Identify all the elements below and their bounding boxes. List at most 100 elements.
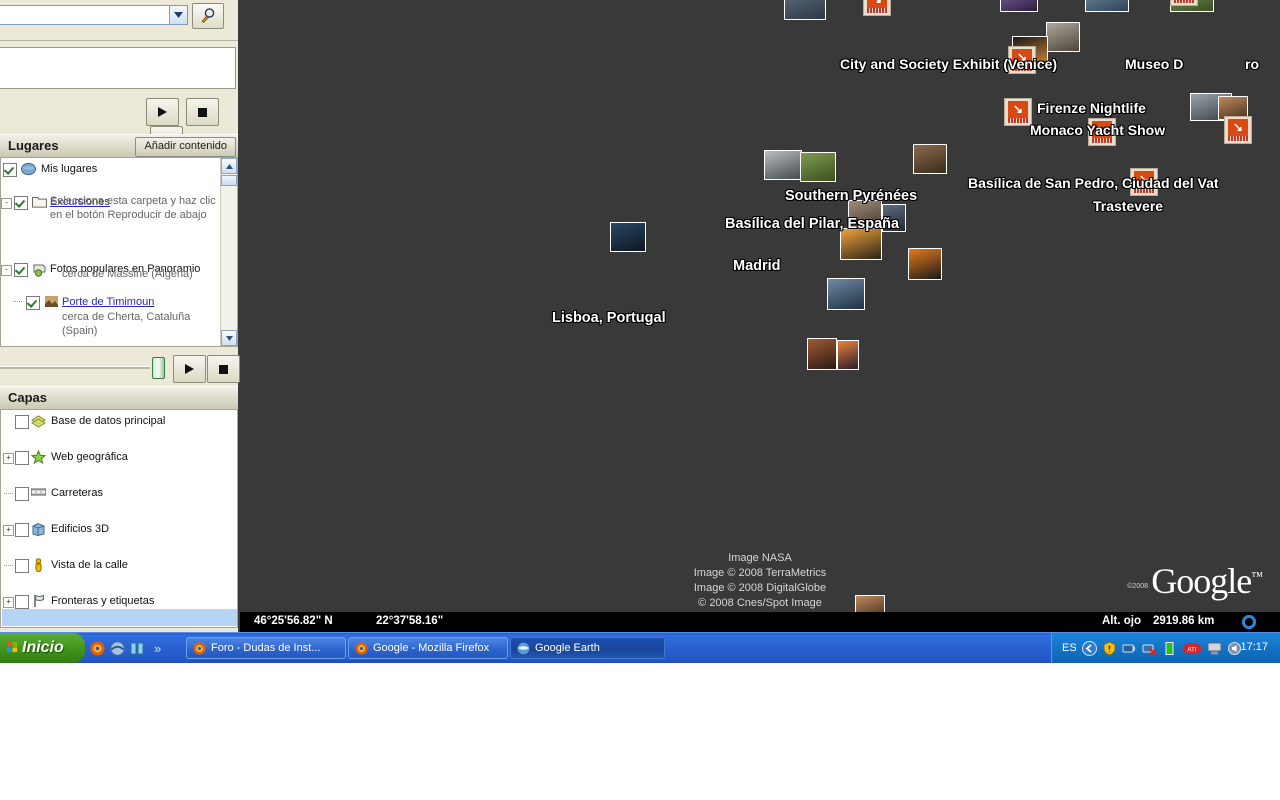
scroll-up-button[interactable] [221, 158, 237, 174]
map-status-bar: 46°25'56.82" N 22°37'58.16" Alt. ojo 291… [240, 612, 1280, 632]
checkbox[interactable] [26, 296, 40, 310]
map-video-placemark-icon[interactable]: ↘ [863, 0, 891, 16]
map-photo-thumbnail[interactable] [784, 0, 826, 20]
add-content-button[interactable]: Añadir contenido [135, 137, 236, 157]
checkbox[interactable] [15, 595, 29, 609]
checkbox[interactable] [14, 263, 28, 277]
map-3d-view[interactable]: ↘↘↘↘↘↘↘ City and Society Exhibit (Venice… [240, 0, 1280, 632]
expander-icon[interactable]: + [3, 597, 14, 608]
map-photo-thumbnail[interactable] [837, 340, 859, 370]
battery-icon[interactable] [1162, 641, 1177, 656]
map-place-label[interactable]: City and Society Exhibit (Venice) [840, 56, 1057, 72]
checkbox[interactable] [15, 451, 29, 465]
system-tray: ES ATI 17:17 [1051, 633, 1280, 663]
layer-item-fronteras-y-etiquetas[interactable]: + Fronteras y etiquetas [1, 592, 237, 610]
layers-tree[interactable]: Base de datos principal + Web geográfica Ca… [0, 409, 238, 628]
volume-icon[interactable] [1227, 641, 1242, 656]
divider [0, 40, 238, 41]
globe-canvas[interactable] [240, 0, 1280, 612]
start-button[interactable]: Inicio [0, 633, 85, 663]
map-photo-thumbnail[interactable] [610, 222, 646, 252]
tour-stop-button[interactable] [186, 98, 220, 126]
scrollbar-thumb[interactable] [221, 175, 237, 186]
checkbox[interactable] [15, 415, 29, 429]
taskbar-item-google-earth[interactable]: Google Earth [510, 637, 665, 659]
tour-slider-track[interactable] [0, 366, 150, 369]
firefox-icon[interactable] [90, 641, 105, 656]
map-photo-thumbnail[interactable] [840, 228, 882, 260]
checkbox[interactable] [15, 487, 29, 501]
expander-icon[interactable]: + [3, 525, 14, 536]
map-video-placemark-icon[interactable]: ↘ [1170, 0, 1198, 6]
layer-item-carreteras[interactable]: Carreteras [1, 484, 237, 502]
map-place-label[interactable]: Trastevere [1093, 198, 1163, 214]
layer-item-vista-de-la-calle[interactable]: Vista de la calle [1, 556, 237, 574]
tree-item-label[interactable]: Porte de Timimoun [62, 294, 154, 310]
search-input[interactable] [0, 7, 164, 25]
map-photo-thumbnail[interactable] [764, 150, 802, 180]
back-arrow-icon[interactable] [1081, 640, 1097, 656]
expander-icon[interactable]: - [1, 265, 12, 276]
map-photo-thumbnail[interactable] [800, 152, 836, 182]
taskbar-clock[interactable]: 17:17 [1240, 641, 1268, 653]
map-video-placemark-icon[interactable]: ↘ [1004, 98, 1032, 126]
layer-item-base-de-datos-principal[interactable]: Base de datos principal [1, 412, 237, 430]
map-place-label[interactable]: Firenze Nightlife [1037, 100, 1146, 116]
tree-item-mis-lugares[interactable]: Mis lugares [1, 161, 237, 177]
places-scrollbar[interactable] [220, 158, 237, 346]
google-copyright: ©2008 [1127, 583, 1148, 590]
map-place-label[interactable]: Basílica de San Pedro, Ciudad del Vat [968, 175, 1219, 191]
quicklaunch-overflow-icon[interactable]: » [154, 641, 161, 656]
map-place-label[interactable]: Southern Pyrénées [785, 188, 917, 204]
map-photo-thumbnail[interactable] [908, 248, 942, 280]
checkbox[interactable] [15, 523, 29, 537]
tour-slider-knob[interactable] [152, 357, 165, 379]
credit-line: Image © 2008 DigitalGlobe [693, 582, 827, 594]
map-place-label[interactable]: Madrid [733, 258, 781, 274]
network-icon[interactable] [1122, 641, 1137, 656]
places-header-bar: Lugares Añadir contenido [0, 134, 238, 158]
layers-rows: Base de datos principal + Web geográfica Ca… [1, 410, 237, 626]
map-place-label[interactable]: Museo D [1125, 56, 1183, 72]
expander-icon[interactable]: + [3, 453, 14, 464]
layer-item-web-geogr-fica[interactable]: + Web geográfica [1, 448, 237, 466]
map-photo-thumbnail[interactable] [913, 144, 947, 174]
places-tree[interactable]: Mis lugares - Excursiones Selecciona est… [0, 157, 238, 347]
places-stop-button[interactable] [207, 355, 240, 383]
start-label: Inicio [22, 639, 64, 656]
show-desktop-icon[interactable] [130, 641, 145, 656]
expander-icon[interactable]: - [1, 198, 12, 209]
scroll-down-button[interactable] [221, 330, 237, 346]
tray-language-indicator[interactable]: ES [1062, 642, 1077, 654]
search-combobox[interactable] [0, 5, 188, 25]
monitor-icon[interactable] [1207, 641, 1222, 656]
ie-icon[interactable] [110, 640, 125, 656]
map-photo-thumbnail[interactable] [1000, 0, 1038, 12]
network-error-icon[interactable] [1142, 641, 1157, 656]
tree-item-porte-de-timimoun[interactable]: Porte de Timimoun [1, 294, 237, 310]
shield-icon[interactable] [1102, 640, 1117, 656]
map-photo-thumbnail[interactable] [827, 278, 865, 310]
chevron-down-icon[interactable] [169, 6, 187, 24]
map-photo-thumbnail[interactable] [1085, 0, 1129, 12]
taskbar-item-foro[interactable]: Foro - Dudas de Inst... [186, 637, 346, 659]
map-video-placemark-icon[interactable]: ↘ [1224, 116, 1252, 144]
map-place-label[interactable]: Lisboa, Portugal [552, 310, 666, 326]
map-place-label[interactable]: ro [1245, 56, 1259, 72]
tour-play-button[interactable] [146, 98, 179, 126]
map-place-label[interactable]: Monaco Yacht Show [1030, 122, 1165, 138]
ati-icon[interactable]: ATI [1182, 641, 1202, 656]
checkbox[interactable] [15, 559, 29, 573]
map-photo-thumbnail[interactable] [807, 338, 837, 370]
places-play-button[interactable] [173, 355, 206, 383]
checkbox[interactable] [3, 163, 17, 177]
search-panel [0, 2, 238, 30]
taskbar-item-google-firefox[interactable]: Google - Mozilla Firefox [348, 637, 508, 659]
map-photo-thumbnail[interactable] [1046, 22, 1080, 52]
checkbox[interactable] [14, 196, 28, 210]
map-place-label[interactable]: Basílica del Pilar, España [725, 216, 899, 232]
places-description-line-1: Selecciona esta carpeta y haz clic [50, 195, 216, 207]
search-button[interactable] [192, 3, 224, 29]
layer-item-edificios-3d[interactable]: + Edificios 3D [1, 520, 237, 538]
pegman-icon [31, 558, 46, 573]
